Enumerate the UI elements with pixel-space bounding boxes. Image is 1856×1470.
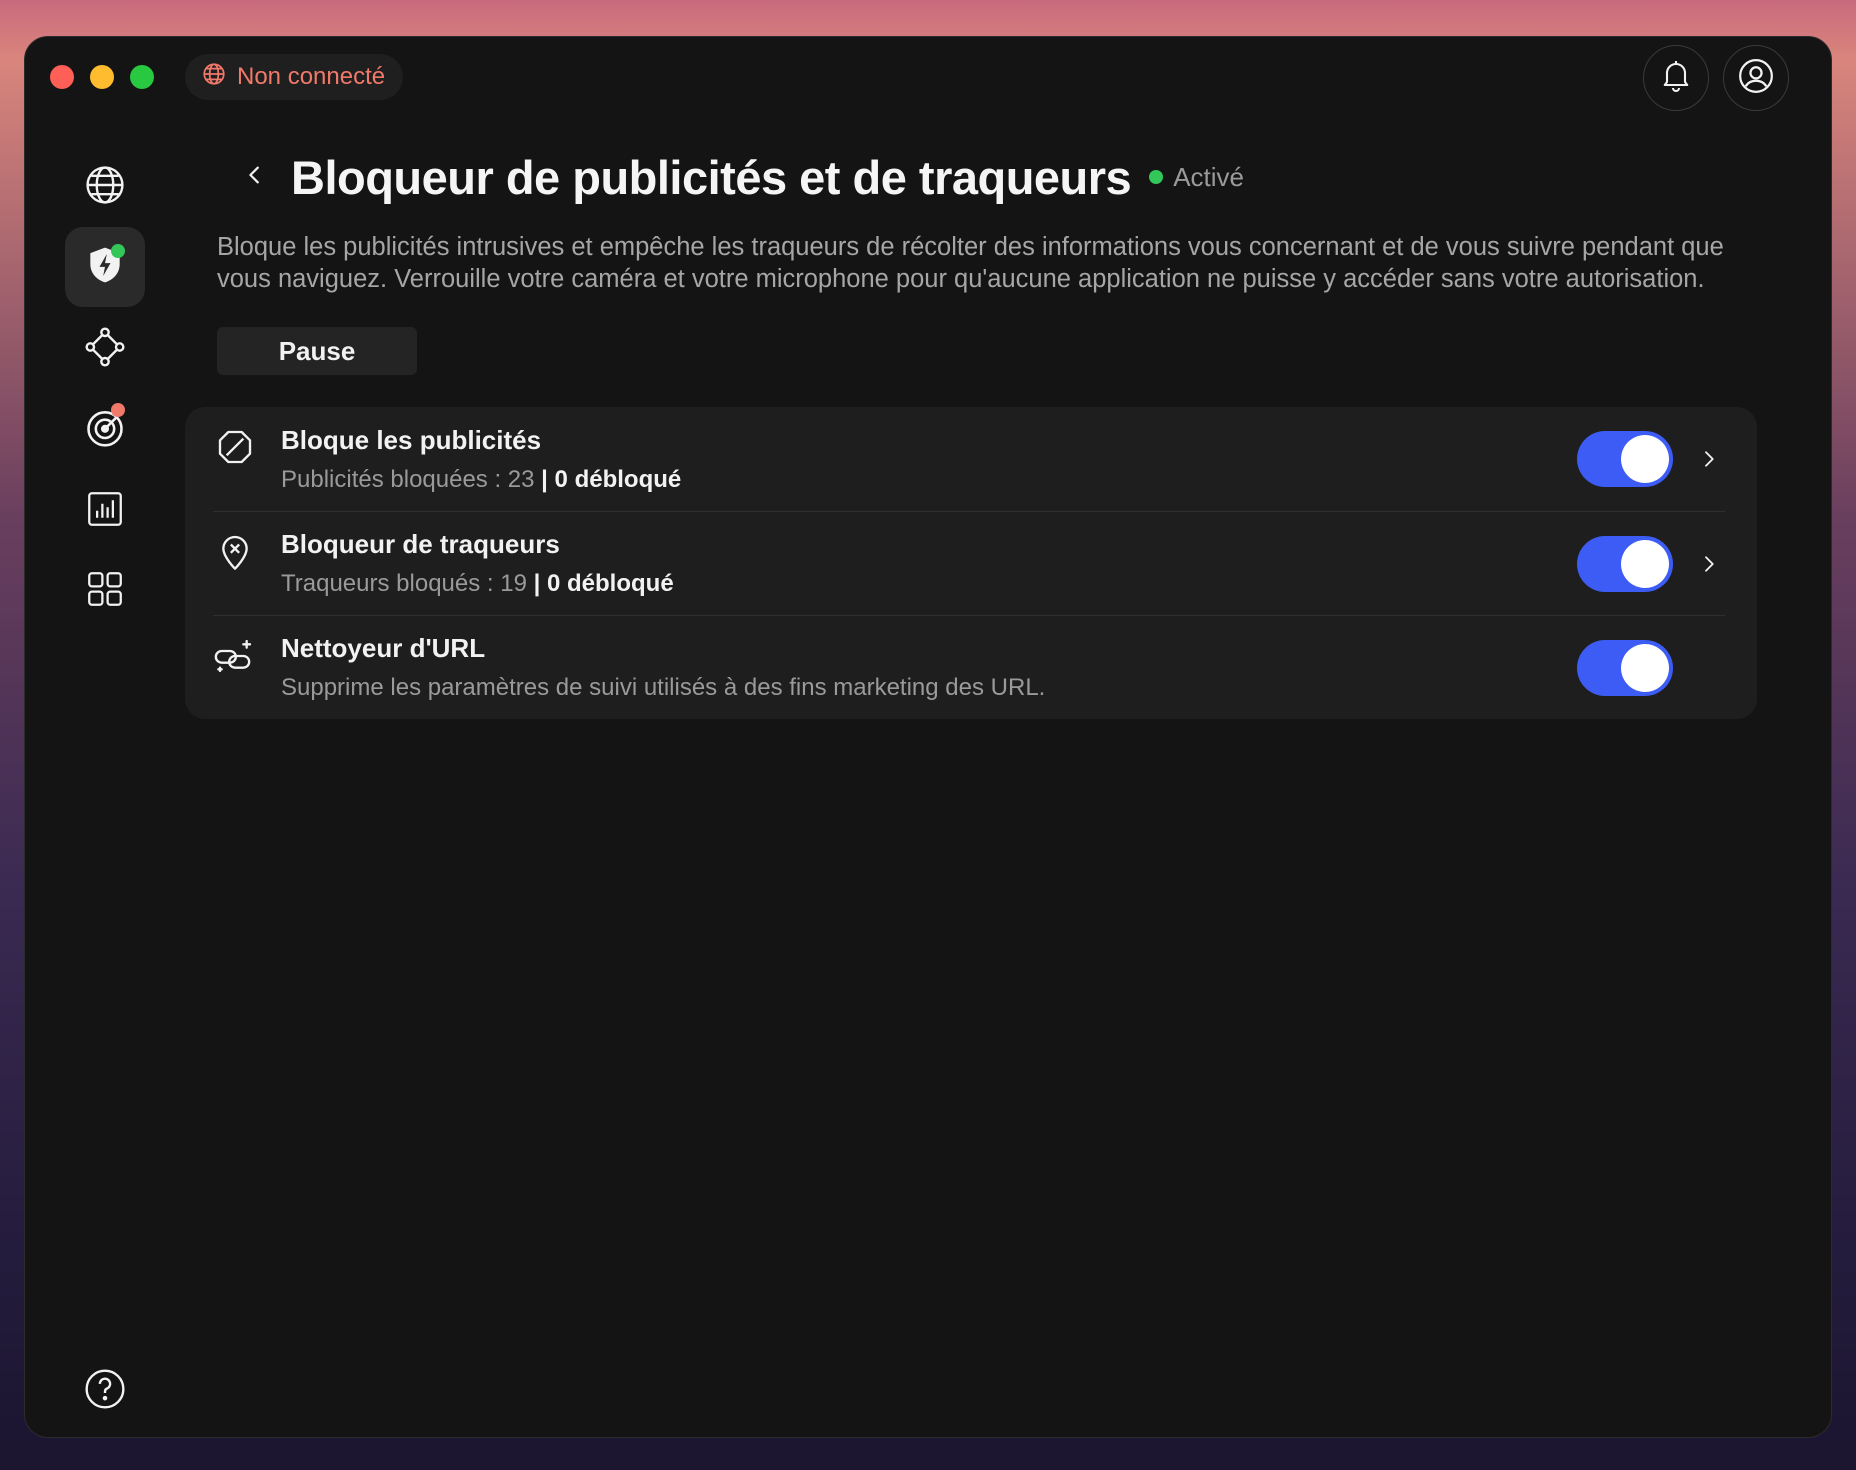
- toggle-knob: [1621, 539, 1669, 588]
- user-icon: [1737, 57, 1775, 100]
- chevron-right-icon[interactable]: [1693, 443, 1725, 475]
- ad-blocker-toggle[interactable]: [1577, 431, 1673, 487]
- feature-row-url-cleaner[interactable]: Nettoyeur d'URL Supprime les paramètres …: [213, 615, 1725, 719]
- unblocked-count[interactable]: | 0 débloqué: [541, 466, 681, 493]
- alert-badge: [111, 403, 125, 417]
- toggle-knob: [1621, 435, 1669, 483]
- sidebar-item-apps[interactable]: [65, 551, 145, 631]
- feature-stats: Traqueurs bloqués : 19 | 0 débloqué: [281, 570, 1577, 598]
- sidebar-item-help[interactable]: [65, 1351, 145, 1431]
- close-window-button[interactable]: [50, 65, 74, 89]
- sidebar-item-threat-protection[interactable]: [65, 227, 145, 307]
- sidebar-item-dark-web-monitor[interactable]: [65, 389, 145, 469]
- unblocked-count[interactable]: | 0 débloqué: [534, 570, 674, 597]
- location-x-icon: [213, 530, 257, 574]
- toggle-knob: [1621, 643, 1669, 692]
- tracker-blocker-toggle[interactable]: [1577, 535, 1673, 592]
- status-dot: [1149, 170, 1164, 184]
- feature-row-ad-blocker[interactable]: Bloque les publicités Publicités bloquée…: [213, 407, 1725, 511]
- connection-status-pill[interactable]: Non connecté: [185, 54, 404, 100]
- globe-icon: [201, 61, 227, 94]
- status-badge: Activé: [1149, 162, 1244, 193]
- mesh-network-icon: [83, 325, 127, 374]
- link-sparkle-icon: [213, 634, 257, 678]
- sidebar-item-meshnet[interactable]: [65, 309, 145, 389]
- back-button[interactable]: [225, 147, 285, 207]
- chevron-right-icon[interactable]: [1693, 548, 1725, 580]
- chevron-left-icon: [244, 164, 266, 191]
- blocked-count: Publicités bloquées : 23: [281, 465, 535, 493]
- bar-chart-icon: [84, 488, 126, 535]
- feature-stats: Publicités bloquées : 23 | 0 débloqué: [281, 466, 1577, 494]
- sidebar: [65, 127, 145, 1427]
- main-content: Bloqueur de publicités et de traqueurs A…: [185, 137, 1785, 719]
- globe-icon: [83, 163, 127, 212]
- app-window: Non connecté Bloqueur de publicités et d…: [24, 36, 1832, 1438]
- notifications-button[interactable]: [1643, 45, 1709, 111]
- feature-list: Bloque les publicités Publicités bloquée…: [185, 407, 1757, 719]
- feature-title: Nettoyeur d'URL: [281, 633, 486, 663]
- account-button[interactable]: [1723, 45, 1789, 111]
- page-description: Bloque les publicités intrusives et empê…: [217, 233, 1724, 293]
- feature-description: Supprime les paramètres de suivi utilisé…: [281, 674, 1046, 701]
- pause-button[interactable]: Pause: [217, 327, 417, 375]
- help-icon: [83, 1367, 127, 1416]
- ad-block-icon: [213, 425, 257, 469]
- connection-status-text: Non connecté: [237, 63, 386, 90]
- sidebar-item-statistics[interactable]: [65, 471, 145, 551]
- feature-row-tracker-blocker[interactable]: Bloqueur de traqueurs Traqueurs bloqués …: [213, 511, 1725, 615]
- minimize-window-button[interactable]: [90, 65, 114, 89]
- window-controls: [50, 65, 154, 89]
- feature-title: Bloqueur de traqueurs: [281, 529, 560, 559]
- page-header: Bloqueur de publicités et de traqueurs A…: [185, 137, 1785, 217]
- apps-grid-icon: [84, 568, 126, 615]
- blocked-count: Traqueurs bloqués : 19: [281, 570, 527, 597]
- zoom-window-button[interactable]: [130, 65, 154, 89]
- sidebar-item-vpn[interactable]: [65, 147, 145, 227]
- url-cleaner-toggle[interactable]: [1577, 639, 1673, 696]
- active-badge: [111, 244, 125, 258]
- feature-title: Bloque les publicités: [281, 424, 542, 455]
- bell-icon: [1658, 58, 1694, 99]
- page-title: Bloqueur de publicités et de traqueurs: [291, 150, 1132, 204]
- status-text: Activé: [1173, 161, 1245, 192]
